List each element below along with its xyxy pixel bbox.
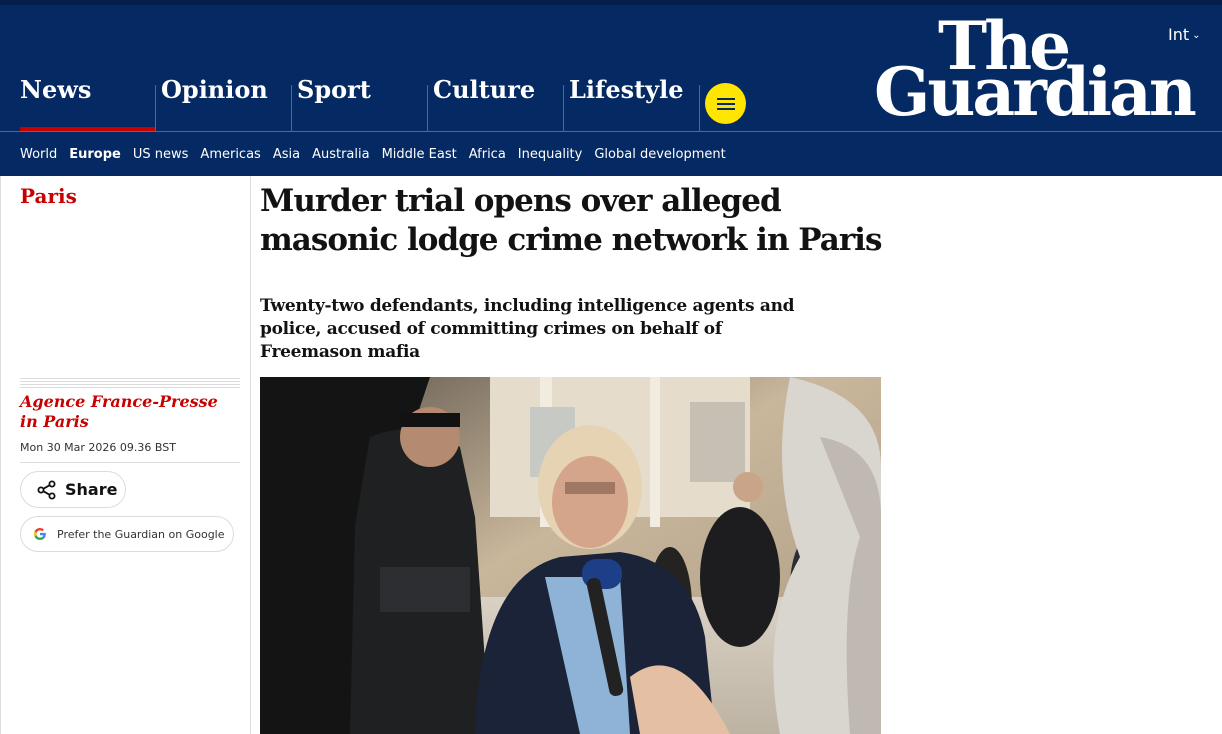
menu-button[interactable] [705, 83, 746, 124]
prefer-google-label[interactable]: Prefer the Guardian on Google [57, 528, 225, 541]
pillar-divider [699, 85, 700, 131]
subnav-item-europe[interactable]: Europe [69, 147, 121, 162]
pillar-news[interactable]: News [14, 5, 156, 131]
meta-divider-lines [20, 378, 240, 389]
share-button[interactable]: Share [20, 471, 126, 508]
subnav-item-americas[interactable]: Americas [200, 147, 260, 162]
pillar-divider [563, 85, 564, 131]
pillar-opinion[interactable]: Opinion [155, 5, 291, 131]
section-label[interactable]: Paris [20, 184, 77, 208]
subnav-item-australia[interactable]: Australia [312, 147, 370, 162]
pillar-label[interactable]: Sport [297, 77, 371, 103]
pillar-label[interactable]: Opinion [161, 77, 268, 103]
pillar-culture[interactable]: Culture [427, 5, 563, 131]
subnav: World Europe US news Americas Asia Australia M… [0, 131, 1222, 176]
article-standfirst: Twenty-two defendants, including intelli… [260, 296, 795, 362]
subnav-item-asia[interactable]: Asia [273, 147, 300, 162]
pillar-sport[interactable]: Sport [291, 5, 427, 131]
subnav-item-world[interactable]: World [20, 147, 57, 162]
article-main-image[interactable] [260, 377, 881, 734]
news-photo [260, 377, 881, 734]
guardian-logo[interactable]: The Guardian [874, 13, 1204, 131]
pillar-divider [427, 85, 428, 131]
column-divider [250, 176, 251, 734]
pillar-lifestyle[interactable]: Lifestyle [563, 5, 699, 131]
google-icon[interactable] [33, 527, 47, 541]
meta-separator [20, 462, 240, 463]
subnav-item-global-development[interactable]: Global development [594, 147, 725, 162]
byline[interactable]: Agence France-Presse in Paris [20, 392, 240, 432]
left-column-border [0, 176, 1, 734]
hamburger-icon[interactable] [716, 102, 735, 105]
pillar-label[interactable]: Culture [433, 77, 535, 103]
share-label[interactable]: Share [65, 480, 117, 499]
subnav-item-inequality[interactable]: Inequality [518, 147, 583, 162]
subnav-item-middle-east[interactable]: Middle East [382, 147, 457, 162]
article-headline: Murder trial opens over alleged masonic … [260, 183, 882, 258]
pillar-label[interactable]: News [20, 77, 91, 103]
subnav-item-africa[interactable]: Africa [469, 147, 506, 162]
pillar-divider [155, 85, 156, 131]
pillar-label[interactable]: Lifestyle [569, 77, 684, 103]
publication-date: Mon 30 Mar 2026 09.36 BST [20, 441, 176, 454]
subnav-item-us-news[interactable]: US news [133, 147, 189, 162]
pillar-divider [291, 85, 292, 131]
share-icon[interactable] [37, 480, 57, 500]
logo-line-2[interactable]: Guardian [874, 59, 1197, 125]
subnav-list: World Europe US news Americas Asia Australia M… [20, 147, 738, 162]
prefer-google-button[interactable]: Prefer the Guardian on Google [20, 516, 234, 552]
